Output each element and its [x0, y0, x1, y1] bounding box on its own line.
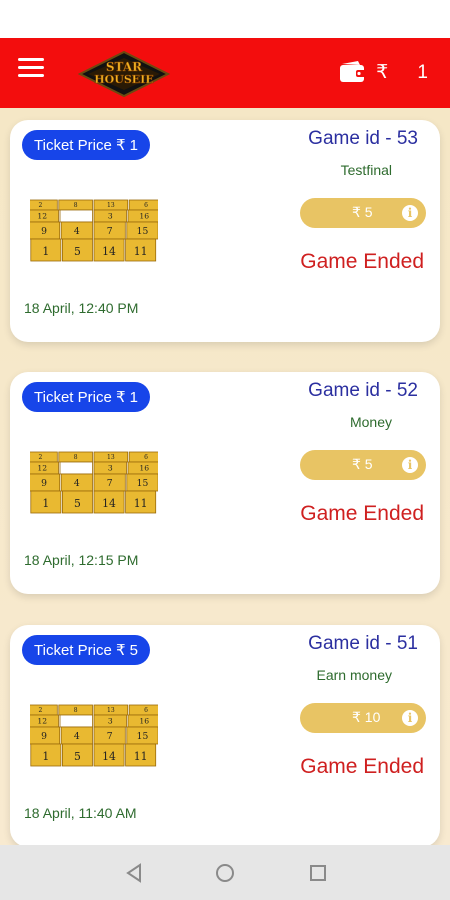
- ticket-number: 16: [139, 464, 149, 473]
- wallet-button[interactable]: ₹ 1: [338, 60, 440, 84]
- hamburger-line: [18, 58, 44, 61]
- game-status: Game Ended: [300, 755, 424, 778]
- star-housie-logo: STAR HOUSEIE: [78, 50, 170, 98]
- ticket-number: 9: [41, 226, 47, 237]
- ticket-price-badge: Ticket Price ₹ 5: [22, 635, 151, 665]
- game-list[interactable]: Ticket Price ₹ 1 Game id - 53 Testfinal ₹ 5…: [0, 108, 450, 845]
- home-icon[interactable]: [213, 861, 237, 885]
- app-bar: STAR HOUSEIE ₹ 1: [0, 38, 450, 108]
- menu-button[interactable]: [18, 58, 44, 80]
- ticket-number: 3: [108, 212, 113, 221]
- ticket-number: 16: [139, 212, 149, 221]
- ticket-number: 15: [137, 731, 149, 742]
- game-status: Game Ended: [300, 250, 424, 273]
- ticket-number: 8: [74, 454, 78, 461]
- prize-button[interactable]: ₹ 5 i: [300, 450, 426, 480]
- system-navigation-bar: [0, 845, 450, 900]
- ticket-number: 16: [139, 717, 149, 726]
- game-card[interactable]: Ticket Price ₹ 1 Game id - 53 Testfinal ₹ 5…: [10, 120, 440, 342]
- ticket-cell: [30, 199, 58, 211]
- ticket-number: 14: [102, 497, 116, 510]
- ticket-number: 1: [42, 750, 49, 763]
- ticket-cell: [59, 209, 93, 223]
- game-date: 18 April, 12:15 PM: [24, 552, 139, 568]
- game-card[interactable]: Ticket Price ₹ 5 Game id - 51 Earn money ₹ …: [10, 625, 440, 845]
- prize-amount: ₹ 5: [352, 456, 373, 472]
- ticket-number: 11: [134, 750, 148, 763]
- ticket-number: 13: [107, 707, 115, 714]
- ticket-number: 2: [39, 202, 43, 209]
- ticket-number: 1: [42, 245, 49, 258]
- game-date: 18 April, 12:40 PM: [24, 300, 139, 316]
- ticket-number: 9: [41, 478, 47, 489]
- ticket-number: 8: [74, 707, 78, 714]
- ticket-number: 6: [144, 454, 148, 461]
- ticket-icon: 2 8 13 612 3 169 4 7 151 5 14 11: [30, 199, 158, 262]
- ticket-number: 13: [107, 454, 115, 461]
- ticket-number: 5: [74, 497, 81, 510]
- svg-text:HOUSEIE: HOUSEIE: [94, 73, 153, 86]
- ticket-number: 15: [137, 226, 149, 237]
- ticket-number: 8: [74, 202, 78, 209]
- ticket-cell: [59, 461, 93, 475]
- hamburger-line: [18, 66, 44, 69]
- wallet-icon: [340, 61, 367, 82]
- status-bar: [0, 0, 450, 38]
- ticket-icon: 2 8 13 612 3 169 4 7 151 5 14 11: [30, 704, 158, 767]
- prize-amount: ₹ 10: [352, 709, 381, 725]
- ticket-number: 11: [134, 497, 148, 510]
- hamburger-line: [18, 74, 44, 77]
- ticket-number: 15: [137, 478, 149, 489]
- ticket-number: 1: [42, 497, 49, 510]
- recents-icon[interactable]: [306, 861, 330, 885]
- game-name: Earn money: [316, 667, 392, 683]
- prize-amount: ₹ 5: [352, 204, 373, 220]
- ticket-number: 2: [39, 707, 43, 714]
- ticket-number: 3: [108, 717, 113, 726]
- game-id: Game id - 53: [308, 128, 418, 149]
- ticket-number: 12: [37, 212, 47, 221]
- ticket-number: 7: [107, 731, 113, 742]
- ticket-icon: 2 8 13 612 3 169 4 7 151 5 14 11: [30, 451, 158, 514]
- ticket-number: 4: [74, 478, 80, 489]
- svg-text:STAR: STAR: [106, 60, 143, 74]
- game-name: Money: [349, 414, 392, 430]
- ticket-number: 5: [74, 245, 81, 258]
- ticket-number: 9: [41, 731, 47, 742]
- prize-button[interactable]: ₹ 5 i: [300, 198, 426, 228]
- ticket-number: 6: [144, 707, 148, 714]
- ticket-number: 13: [107, 202, 115, 209]
- ticket-number: 11: [134, 245, 148, 258]
- ticket-number: 12: [37, 717, 47, 726]
- ticket-cell: [30, 704, 58, 716]
- game-card[interactable]: Ticket Price ₹ 1 Game id - 52 Money ₹ 5 i Gam…: [10, 372, 440, 594]
- ticket-price-badge: Ticket Price ₹ 1: [22, 382, 151, 412]
- ticket-number: 12: [37, 464, 47, 473]
- game-name: Testfinal: [340, 162, 392, 178]
- ticket-number: 14: [102, 750, 116, 763]
- ticket-number: 6: [144, 202, 148, 209]
- wallet-balance: ₹ 1: [376, 61, 440, 83]
- info-icon[interactable]: i: [402, 710, 418, 726]
- ticket-cell: [59, 714, 93, 728]
- ticket-number: 3: [108, 464, 113, 473]
- game-id: Game id - 52: [308, 380, 418, 401]
- ticket-number: 14: [102, 245, 116, 258]
- ticket-number: 2: [39, 454, 43, 461]
- back-icon[interactable]: [122, 861, 146, 885]
- ticket-number: 7: [107, 478, 113, 489]
- info-icon[interactable]: i: [402, 205, 418, 221]
- ticket-number: 5: [74, 750, 81, 763]
- ticket-cell: [30, 451, 58, 463]
- game-status: Game Ended: [300, 502, 424, 525]
- ticket-number: 7: [107, 226, 113, 237]
- game-id: Game id - 51: [308, 633, 418, 654]
- prize-button[interactable]: ₹ 10 i: [300, 703, 426, 733]
- game-date: 18 April, 11:40 AM: [24, 805, 137, 821]
- info-icon[interactable]: i: [402, 457, 418, 473]
- ticket-number: 4: [74, 226, 80, 237]
- ticket-price-badge: Ticket Price ₹ 1: [22, 130, 151, 160]
- ticket-number: 4: [74, 731, 80, 742]
